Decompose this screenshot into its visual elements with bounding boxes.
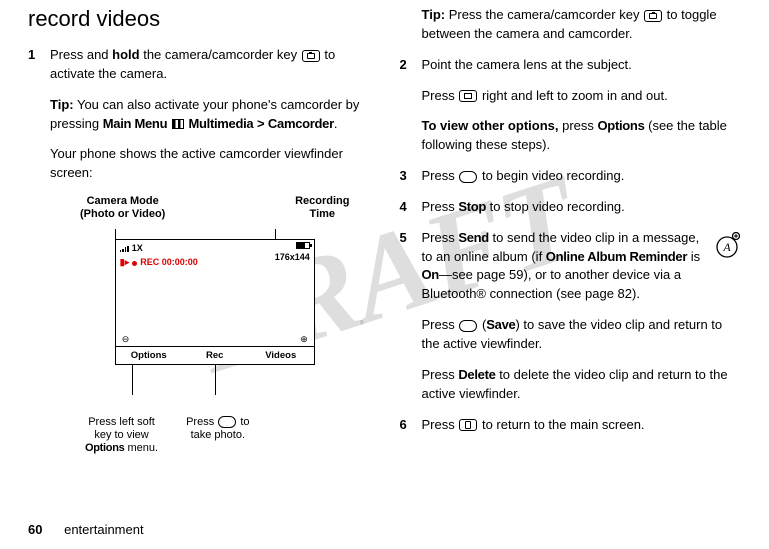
step-2-number: 2	[400, 56, 422, 155]
s5c: is	[687, 249, 700, 264]
s5p3a: Press	[422, 367, 459, 382]
soft-key-icon	[459, 320, 477, 332]
step1-text-pre: Press and	[50, 47, 112, 62]
tip-label-right: Tip:	[422, 7, 446, 22]
save-label: Save	[486, 317, 515, 332]
on-label: On	[422, 267, 439, 282]
end-key-icon	[459, 419, 477, 431]
menu-multimedia: Multimedia	[188, 116, 253, 131]
bl-l2: key to view	[94, 429, 148, 441]
battery-icon	[296, 242, 310, 249]
step2-l3b: press	[558, 118, 597, 133]
label-recording-time: Recording Time	[295, 195, 349, 221]
zoom-out-icon: ⊖	[122, 333, 130, 346]
label-rec-time-l2: Time	[310, 208, 335, 220]
leader-line	[132, 365, 133, 395]
multimedia-icon	[172, 119, 184, 129]
label-take-photo: Press to take photo.	[186, 416, 249, 456]
gt-separator: >	[257, 116, 264, 131]
step-1-body: Press and hold the camera/camcorder key …	[50, 46, 370, 455]
tip-block: Tip: Press the camera/camcorder key to t…	[400, 6, 742, 44]
menu-camcorder: Camcorder	[268, 116, 334, 131]
br-l3: take photo.	[191, 429, 245, 441]
bonus-feature-icon: A	[713, 231, 741, 259]
step-2: 2 Point the camera lens at the subject. …	[400, 56, 742, 155]
tip-label: Tip:	[50, 97, 74, 112]
s4b: to stop video recording.	[486, 199, 625, 214]
step1-text-post1: the camera/camcorder key	[140, 47, 301, 62]
softkey-center: Rec	[182, 347, 248, 365]
bl-l4: menu.	[124, 442, 158, 454]
step-1-number: 1	[28, 46, 50, 455]
step1-hold: hold	[112, 47, 139, 62]
section-name: entertainment	[64, 522, 144, 537]
viewfinder-intro: Your phone shows the active camcorder vi…	[50, 145, 370, 183]
step2-l1: Point the camera lens at the subject.	[422, 56, 742, 75]
softkey-right: Videos	[248, 347, 314, 365]
step-5-number: 5	[400, 229, 422, 404]
bl-l1: Press left soft	[88, 416, 155, 428]
soft-key-icon	[459, 171, 477, 183]
step2-l3a: To view other options,	[422, 118, 559, 133]
step2-l2b: right and left to zoom in and out.	[478, 88, 667, 103]
rec-dot-icon	[132, 261, 137, 266]
nav-key-icon	[459, 90, 477, 102]
period: .	[334, 116, 338, 131]
s5a: Press	[422, 230, 459, 245]
s3a: Press	[422, 168, 459, 183]
rec-indicator: ▮▸ REC 00:00:00	[120, 256, 198, 269]
tip-text1: Press the camera/camcorder key	[445, 7, 643, 22]
zoom-in-icon: ⊕	[300, 333, 308, 346]
page-number: 60	[28, 522, 42, 537]
s4a: Press	[422, 199, 459, 214]
softkey-bar: Options Rec Videos	[116, 346, 314, 365]
oar-label: Online Album Reminder	[546, 249, 687, 264]
leader-line	[215, 365, 216, 395]
viewfinder-screen: 1X ▮▸ REC 00:00:00	[115, 239, 315, 365]
soft-key-icon	[218, 416, 236, 428]
zoom-indicator: 1X	[132, 242, 143, 255]
left-column: record videos 1 Press and hold the camer…	[28, 0, 370, 549]
send-label: Send	[458, 230, 489, 245]
label-camera-mode-l2: (Photo or Video)	[80, 208, 165, 220]
step-3-number: 3	[400, 167, 422, 186]
softkey-left: Options	[116, 347, 182, 365]
step-3: 3 Press to begin video recording.	[400, 167, 742, 186]
rec-text: REC 00:00:00	[140, 256, 198, 269]
right-column: Tip: Press the camera/camcorder key to t…	[400, 0, 742, 549]
step-6: 6 Press to return to the main screen.	[400, 416, 742, 435]
step-5: 5 A Press Send to send the video clip in…	[400, 229, 742, 404]
step2-options: Options	[598, 118, 645, 133]
delete-label: Delete	[458, 367, 495, 382]
step-1: 1 Press and hold the camera/camcorder ke…	[28, 46, 370, 455]
step2-l2a: Press	[422, 88, 459, 103]
label-left-softkey: Press left soft key to view Options menu…	[85, 416, 158, 456]
page-footer: 60 entertainment	[28, 522, 144, 537]
stop-label: Stop	[458, 199, 486, 214]
menu-main: Main Menu	[103, 116, 167, 131]
bl-l3: Options	[85, 442, 124, 454]
svg-text:A: A	[722, 240, 731, 254]
step-6-number: 6	[400, 416, 422, 435]
step-4: 4 Press Stop to stop video recording.	[400, 198, 742, 217]
s6a: Press	[422, 417, 459, 432]
heading-record-videos: record videos	[28, 6, 370, 32]
camera-key-icon	[644, 10, 662, 22]
s5p2a: Press	[422, 317, 459, 332]
s3b: to begin video recording.	[478, 168, 624, 183]
br-l2: to	[237, 416, 249, 428]
label-camera-mode-l1: Camera Mode	[87, 195, 159, 207]
step-4-number: 4	[400, 198, 422, 217]
s6b: to return to the main screen.	[478, 417, 644, 432]
signal-icon	[120, 245, 129, 252]
page-container: record videos 1 Press and hold the camer…	[0, 0, 769, 549]
camera-key-icon	[302, 50, 320, 62]
br-l1: Press	[186, 416, 217, 428]
label-rec-time-l1: Recording	[295, 195, 349, 207]
s5d: —see page 59), or to another device via …	[422, 267, 682, 301]
resolution-indicator: 176x144	[275, 251, 310, 264]
label-camera-mode: Camera Mode (Photo or Video)	[80, 195, 165, 221]
camcorder-glyph: ▮▸	[120, 256, 129, 269]
viewfinder-figure: Camera Mode (Photo or Video) Recording T…	[60, 195, 370, 455]
